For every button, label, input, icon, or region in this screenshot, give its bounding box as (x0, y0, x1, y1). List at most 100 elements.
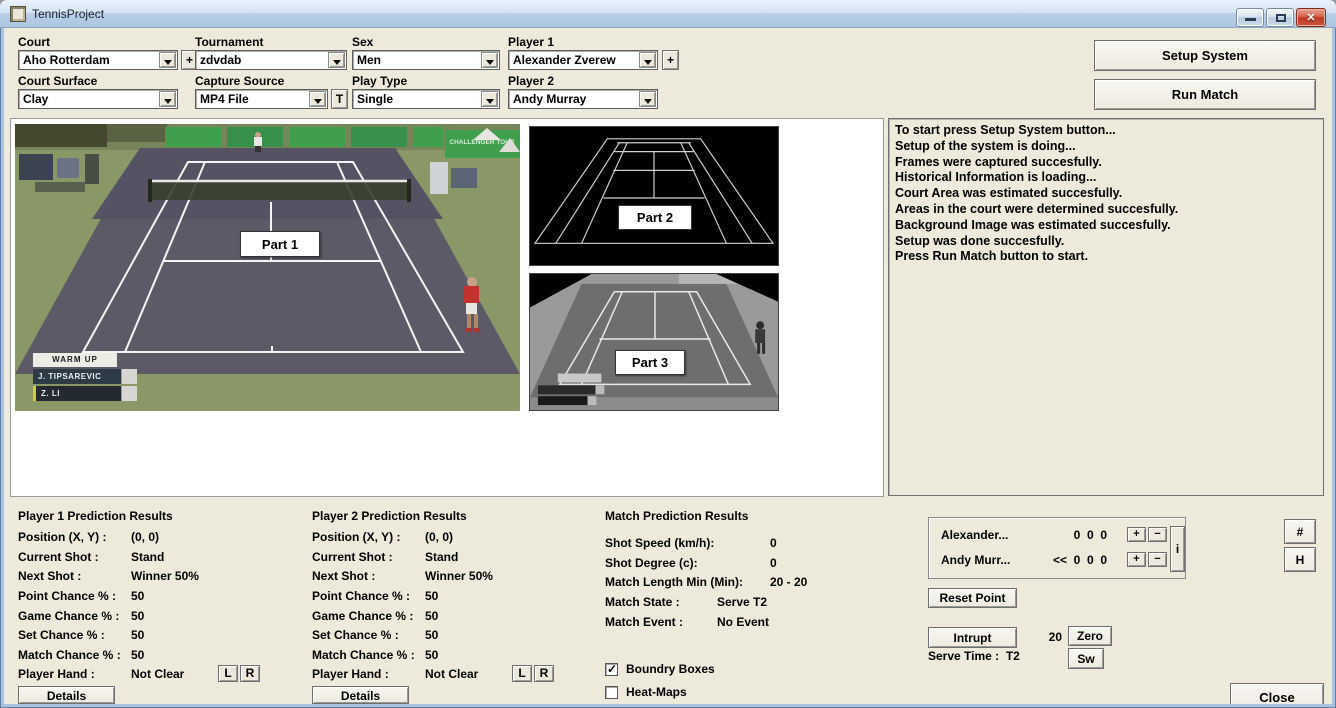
court-label: Court (18, 35, 50, 49)
player2-score-plus-button[interactable]: + (1127, 552, 1146, 567)
play-type-dropdown[interactable]: Single (352, 89, 500, 109)
run-match-button[interactable]: Run Match (1094, 79, 1316, 110)
player1-score-minus-button[interactable]: − (1148, 527, 1167, 542)
part3-label: Part 3 (615, 350, 685, 375)
row-value: Serve T2 (717, 595, 767, 609)
minimize-button[interactable] (1236, 8, 1264, 27)
window-title: TennisProject (32, 7, 104, 21)
row-value: Winner 50% (131, 569, 199, 583)
row-label: Match Chance % : (18, 648, 131, 662)
reset-point-button[interactable]: Reset Point (928, 588, 1017, 608)
prediction-row: Set Chance % :50 (312, 628, 602, 648)
history-button[interactable]: H (1284, 547, 1316, 572)
chevron-down-icon[interactable] (328, 52, 345, 68)
player2-label: Player 2 (508, 74, 554, 88)
fence-banners (165, 127, 443, 147)
player1-right-hand-button[interactable]: R (240, 665, 260, 682)
close-window-button[interactable]: ✕ (1296, 8, 1326, 27)
chevron-down-icon[interactable] (159, 91, 176, 107)
capture-source-dropdown[interactable]: MP4 File (195, 89, 328, 109)
prediction-row: Position (X, Y) :(0, 0) (18, 530, 308, 550)
switch-button[interactable]: Sw (1068, 648, 1104, 669)
t-button[interactable]: T (331, 89, 348, 109)
prediction-row: Set Chance % :50 (18, 628, 308, 648)
row-label: Current Shot : (18, 550, 131, 564)
log-panel[interactable]: To start press Setup System button... Se… (888, 118, 1324, 496)
player2-right-hand-button[interactable]: R (534, 665, 554, 682)
zero-button[interactable]: Zero (1068, 626, 1112, 646)
row-label: Game Chance % : (312, 609, 425, 623)
video-part1: CHALLENGER TOUR (15, 124, 520, 411)
app-window: TennisProject ✕ Court Aho Rotterdam + To… (0, 0, 1336, 708)
player2-score-minus-button[interactable]: − (1148, 552, 1167, 567)
tournament-dropdown[interactable]: zdvdab (195, 50, 347, 70)
row-value: 50 (131, 609, 144, 623)
chevron-down-icon[interactable] (159, 52, 176, 68)
row-value: 50 (425, 628, 438, 642)
prediction-row: Player Hand :Not Clear L R (312, 667, 602, 687)
scoreboard-score2 (121, 386, 137, 401)
interrupt-button[interactable]: Intrupt (928, 627, 1017, 648)
row-label: Next Shot : (312, 569, 425, 583)
court-dropdown[interactable]: Aho Rotterdam (18, 50, 178, 70)
client-area: Court Aho Rotterdam + Tournament zdvdab … (4, 28, 1332, 704)
court-surface-label: Court Surface (18, 74, 97, 88)
chevron-down-icon[interactable] (639, 91, 656, 107)
row-label: Match Length Min (Min): (605, 575, 770, 589)
player1-dropdown[interactable]: Alexander Zverew (508, 50, 658, 70)
match-panel: Shot Speed (km/h):0 Shot Degree (c):0 Ma… (605, 536, 895, 634)
app-icon (10, 6, 26, 22)
serve-time-label: Serve Time : T2 (928, 649, 1020, 663)
setup-system-button[interactable]: Setup System (1094, 40, 1316, 71)
prediction-row: Position (X, Y) :(0, 0) (312, 530, 602, 550)
heat-maps-label: Heat-Maps (626, 685, 687, 699)
player1-left-hand-button[interactable]: L (218, 665, 238, 682)
court-value: Aho Rotterdam (23, 53, 157, 67)
log-line: Areas in the court were determined succe… (895, 202, 1317, 218)
hash-button[interactable]: # (1284, 519, 1316, 544)
row-label: Match State : (605, 595, 717, 609)
boundry-boxes-checkbox[interactable] (605, 663, 618, 676)
net (148, 179, 411, 202)
court-surface-dropdown[interactable]: Clay (18, 89, 178, 109)
far-player (254, 132, 262, 152)
part2-label: Part 2 (618, 205, 692, 230)
row-label: Position (X, Y) : (18, 530, 131, 544)
chevron-down-icon[interactable] (481, 91, 498, 107)
add-player-button[interactable]: + (662, 50, 679, 70)
score-info-button[interactable]: i (1170, 526, 1185, 572)
prediction-row: Match Chance % :50 (18, 648, 308, 668)
minimize-icon (1245, 18, 1256, 21)
row-value: Stand (131, 550, 164, 564)
prediction-row: Shot Speed (km/h):0 (605, 536, 895, 556)
prediction-row: Next Shot :Winner 50% (18, 569, 308, 589)
row-label: Next Shot : (18, 569, 131, 583)
chevron-down-icon[interactable] (309, 91, 326, 107)
close-button[interactable]: Close (1230, 683, 1324, 704)
prediction-row: Point Chance % :50 (18, 589, 308, 609)
row-value: 0 (770, 556, 777, 570)
chevron-down-icon[interactable] (639, 52, 656, 68)
row-label: Shot Speed (km/h): (605, 536, 770, 550)
row-label: Current Shot : (312, 550, 425, 564)
player2-details-button[interactable]: Details (312, 686, 409, 704)
player2-left-hand-button[interactable]: L (512, 665, 532, 682)
prediction-row: Match Event :No Event (605, 615, 895, 635)
player1-score-plus-button[interactable]: + (1127, 527, 1146, 542)
play-type-value: Single (357, 92, 479, 106)
row-value: 50 (131, 648, 144, 662)
player2-dropdown[interactable]: Andy Murray (508, 89, 658, 109)
prediction-row: Shot Degree (c):0 (605, 556, 895, 576)
sex-dropdown[interactable]: Men (352, 50, 500, 70)
chevron-down-icon[interactable] (481, 52, 498, 68)
prediction-row: Match Chance % :50 (312, 648, 602, 668)
maximize-icon (1276, 14, 1286, 22)
row-value: 0 (770, 536, 777, 550)
row-label: Match Chance % : (312, 648, 425, 662)
title-bar[interactable]: TennisProject ✕ (0, 0, 1336, 28)
player1-details-button[interactable]: Details (18, 686, 115, 704)
heat-maps-checkbox[interactable] (605, 686, 618, 699)
maximize-button[interactable] (1266, 8, 1294, 27)
log-line: Setup was done succesfully. (895, 234, 1317, 250)
scoreboard-player1: J. TIPSAREVIC (33, 369, 121, 384)
